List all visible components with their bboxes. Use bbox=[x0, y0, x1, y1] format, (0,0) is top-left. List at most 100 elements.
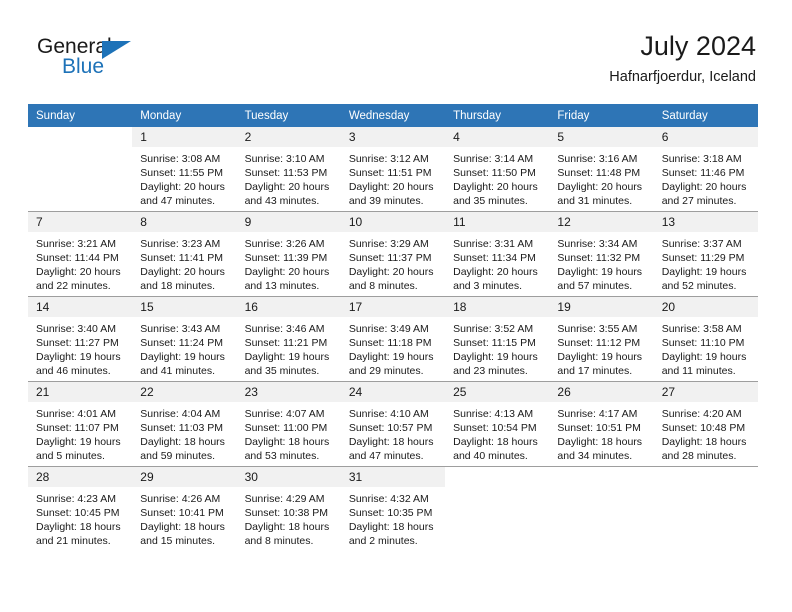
day-detail-daylight-line1: Daylight: 19 hours bbox=[661, 351, 747, 363]
day-detail-daylight-line1: Daylight: 18 hours bbox=[348, 436, 434, 448]
day-detail-sunset: Sunset: 11:39 PM bbox=[244, 252, 328, 264]
calendar-day-cell[interactable]: 1 Sunrise: 3:08 AM Sunset: 11:55 PM Dayligh… bbox=[132, 127, 237, 212]
calendar-day-cell[interactable]: 30 Sunrise: 4:29 AM Sunset: 10:38 PM Daylig… bbox=[236, 466, 341, 551]
day-detail-sunrise: Sunrise: 4:29 AM bbox=[244, 493, 325, 505]
day-detail-sunrise: Sunrise: 3:16 AM bbox=[557, 153, 638, 165]
day-details: Sunrise: 3:12 AM Sunset: 11:51 PM Daylight… bbox=[341, 147, 445, 208]
calendar-day-cell[interactable]: 4 Sunrise: 3:14 AM Sunset: 11:50 PM Dayligh… bbox=[445, 127, 550, 212]
day-details: Sunrise: 3:14 AM Sunset: 11:50 PM Daylight… bbox=[445, 147, 549, 208]
weekday-header-monday: Monday bbox=[132, 104, 237, 127]
day-detail-daylight-line1: Daylight: 20 hours bbox=[348, 266, 434, 278]
day-detail-sunrise: Sunrise: 3:12 AM bbox=[348, 153, 429, 165]
day-detail-sunrise: Sunrise: 3:49 AM bbox=[348, 323, 429, 335]
calendar-day-cell[interactable]: 14 Sunrise: 3:40 AM Sunset: 11:27 PM Daylig… bbox=[28, 296, 133, 382]
day-detail-sunset: Sunset: 11:37 PM bbox=[348, 252, 432, 264]
calendar-day-cell[interactable]: 11 Sunrise: 3:31 AM Sunset: 11:34 PM Daylig… bbox=[445, 211, 550, 297]
day-detail-daylight-line2: and 43 minutes. bbox=[244, 195, 320, 207]
calendar-day-cell[interactable]: 8 Sunrise: 3:23 AM Sunset: 11:41 PM Dayligh… bbox=[132, 211, 237, 297]
day-number: 8 bbox=[132, 212, 237, 232]
calendar-day-cell[interactable]: 21 Sunrise: 4:01 AM Sunset: 11:07 PM Daylig… bbox=[28, 381, 133, 467]
day-details: Sunrise: 3:52 AM Sunset: 11:15 PM Daylight… bbox=[445, 317, 549, 378]
calendar-day-cell[interactable]: 17 Sunrise: 3:49 AM Sunset: 11:18 PM Daylig… bbox=[340, 296, 446, 382]
weekday-header-saturday: Saturday bbox=[653, 104, 758, 127]
day-number bbox=[28, 127, 133, 147]
calendar-cell-empty bbox=[549, 466, 654, 551]
calendar-day-cell[interactable]: 2 Sunrise: 3:10 AM Sunset: 11:53 PM Dayligh… bbox=[236, 127, 341, 212]
calendar-week-row: 28 Sunrise: 4:23 AM Sunset: 10:45 PM Daylig… bbox=[28, 466, 758, 551]
day-detail-daylight-line1: Daylight: 20 hours bbox=[557, 181, 643, 193]
day-detail-daylight-line1: Daylight: 18 hours bbox=[140, 436, 225, 448]
day-detail-daylight-line2: and 29 minutes. bbox=[348, 365, 424, 377]
calendar-cell-empty bbox=[653, 466, 758, 551]
calendar-day-cell[interactable]: 9 Sunrise: 3:26 AM Sunset: 11:39 PM Dayligh… bbox=[236, 211, 341, 297]
calendar-day-cell[interactable]: 18 Sunrise: 3:52 AM Sunset: 11:15 PM Daylig… bbox=[445, 296, 550, 382]
calendar-week-row: 21 Sunrise: 4:01 AM Sunset: 11:07 PM Daylig… bbox=[28, 381, 758, 467]
day-number: 31 bbox=[340, 467, 446, 487]
day-detail-sunset: Sunset: 11:32 PM bbox=[557, 252, 641, 264]
calendar-day-cell[interactable]: 6 Sunrise: 3:18 AM Sunset: 11:46 PM Dayligh… bbox=[653, 127, 758, 212]
calendar-day-cell[interactable]: 28 Sunrise: 4:23 AM Sunset: 10:45 PM Daylig… bbox=[28, 466, 133, 551]
day-detail-sunset: Sunset: 11:07 PM bbox=[36, 422, 119, 434]
day-detail-daylight-line2: and 27 minutes. bbox=[661, 195, 737, 207]
day-detail-sunset: Sunset: 11:03 PM bbox=[140, 422, 223, 434]
calendar-day-cell[interactable]: 19 Sunrise: 3:55 AM Sunset: 11:12 PM Daylig… bbox=[549, 296, 654, 382]
calendar-day-cell[interactable]: 29 Sunrise: 4:26 AM Sunset: 10:41 PM Daylig… bbox=[132, 466, 237, 551]
calendar-day-cell[interactable]: 13 Sunrise: 3:37 AM Sunset: 11:29 PM Daylig… bbox=[653, 211, 758, 297]
calendar-cell-empty bbox=[28, 127, 133, 212]
day-detail-sunset: Sunset: 11:41 PM bbox=[140, 252, 223, 264]
calendar-day-cell[interactable]: 22 Sunrise: 4:04 AM Sunset: 11:03 PM Daylig… bbox=[132, 381, 237, 467]
day-detail-daylight-line1: Daylight: 18 hours bbox=[244, 436, 330, 448]
day-detail-sunset: Sunset: 10:54 PM bbox=[453, 422, 537, 434]
calendar-day-cell[interactable]: 12 Sunrise: 3:34 AM Sunset: 11:32 PM Daylig… bbox=[549, 211, 654, 297]
day-detail-sunset: Sunset: 10:41 PM bbox=[140, 507, 224, 519]
day-number: 23 bbox=[236, 382, 341, 402]
calendar-day-cell[interactable]: 3 Sunrise: 3:12 AM Sunset: 11:51 PM Dayligh… bbox=[340, 127, 446, 212]
calendar-day-cell[interactable]: 20 Sunrise: 3:58 AM Sunset: 11:10 PM Daylig… bbox=[653, 296, 758, 382]
day-detail-daylight-line1: Daylight: 19 hours bbox=[36, 436, 121, 448]
day-detail-daylight-line2: and 13 minutes. bbox=[244, 280, 320, 292]
day-detail-daylight-line1: Daylight: 20 hours bbox=[244, 181, 330, 193]
day-number: 28 bbox=[28, 467, 133, 487]
calendar-day-cell[interactable]: 7 Sunrise: 3:21 AM Sunset: 11:44 PM Dayligh… bbox=[28, 211, 133, 297]
calendar-day-cell[interactable]: 26 Sunrise: 4:17 AM Sunset: 10:51 PM Daylig… bbox=[549, 381, 654, 467]
day-detail-daylight-line2: and 34 minutes. bbox=[557, 450, 633, 462]
day-number: 22 bbox=[132, 382, 237, 402]
day-detail-sunset: Sunset: 10:48 PM bbox=[661, 422, 746, 434]
calendar-day-cell[interactable]: 10 Sunrise: 3:29 AM Sunset: 11:37 PM Daylig… bbox=[340, 211, 446, 297]
day-detail-daylight-line1: Daylight: 19 hours bbox=[348, 351, 434, 363]
day-details: Sunrise: 4:07 AM Sunset: 11:00 PM Daylight… bbox=[237, 402, 341, 463]
calendar-day-cell[interactable]: 24 Sunrise: 4:10 AM Sunset: 10:57 PM Daylig… bbox=[340, 381, 446, 467]
day-detail-daylight-line2: and 22 minutes. bbox=[36, 280, 111, 292]
day-detail-sunrise: Sunrise: 4:13 AM bbox=[453, 408, 534, 420]
general-blue-logo[interactable]: General Blue bbox=[37, 36, 157, 84]
day-detail-daylight-line2: and 3 minutes. bbox=[453, 280, 523, 292]
day-detail-sunrise: Sunrise: 4:10 AM bbox=[348, 408, 429, 420]
calendar-day-cell[interactable]: 5 Sunrise: 3:16 AM Sunset: 11:48 PM Dayligh… bbox=[549, 127, 654, 212]
day-number: 20 bbox=[653, 297, 758, 317]
day-detail-sunrise: Sunrise: 3:46 AM bbox=[244, 323, 325, 335]
calendar-day-cell[interactable]: 23 Sunrise: 4:07 AM Sunset: 11:00 PM Daylig… bbox=[236, 381, 341, 467]
day-number: 29 bbox=[132, 467, 237, 487]
day-detail-sunrise: Sunrise: 4:26 AM bbox=[140, 493, 221, 505]
day-detail-daylight-line2: and 15 minutes. bbox=[140, 535, 215, 547]
calendar-day-cell[interactable]: 15 Sunrise: 3:43 AM Sunset: 11:24 PM Daylig… bbox=[132, 296, 237, 382]
day-detail-daylight-line1: Daylight: 19 hours bbox=[661, 266, 747, 278]
day-detail-sunset: Sunset: 11:15 PM bbox=[453, 337, 536, 349]
calendar-day-cell[interactable]: 16 Sunrise: 3:46 AM Sunset: 11:21 PM Daylig… bbox=[236, 296, 341, 382]
day-details: Sunrise: 4:10 AM Sunset: 10:57 PM Daylight… bbox=[341, 402, 445, 463]
day-detail-daylight-line2: and 21 minutes. bbox=[36, 535, 111, 547]
day-details: Sunrise: 3:16 AM Sunset: 11:48 PM Daylight… bbox=[549, 147, 653, 208]
day-number: 13 bbox=[653, 212, 758, 232]
day-detail-daylight-line1: Daylight: 18 hours bbox=[348, 521, 434, 533]
day-detail-daylight-line1: Daylight: 20 hours bbox=[36, 266, 121, 278]
day-number: 30 bbox=[236, 467, 341, 487]
day-detail-sunset: Sunset: 11:27 PM bbox=[36, 337, 119, 349]
day-detail-daylight-line2: and 53 minutes. bbox=[244, 450, 320, 462]
calendar-day-cell[interactable]: 25 Sunrise: 4:13 AM Sunset: 10:54 PM Daylig… bbox=[445, 381, 550, 467]
calendar-day-cell[interactable]: 31 Sunrise: 4:32 AM Sunset: 10:35 PM Daylig… bbox=[340, 466, 446, 551]
day-number: 6 bbox=[653, 127, 758, 147]
day-details: Sunrise: 3:34 AM Sunset: 11:32 PM Daylight… bbox=[549, 232, 653, 293]
day-number: 24 bbox=[340, 382, 446, 402]
calendar-day-cell[interactable]: 27 Sunrise: 4:20 AM Sunset: 10:48 PM Daylig… bbox=[653, 381, 758, 467]
day-detail-daylight-line1: Daylight: 19 hours bbox=[453, 351, 538, 363]
